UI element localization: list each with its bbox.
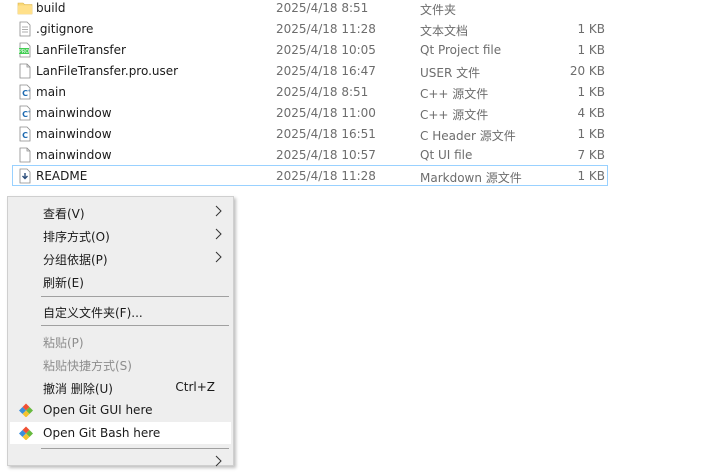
file-row-gitignore[interactable]: .gitignore 2025/4/18 11:28 文本文档 1 KB <box>12 18 608 39</box>
file-size: 4 KB <box>577 106 605 120</box>
menu-item-shortcut: Ctrl+Z <box>175 380 215 394</box>
menu-item-paste-shortcut[interactable]: 粘贴快捷方式(S) <box>10 353 231 375</box>
file-type: C++ 源文件 <box>420 87 489 101</box>
menu-item-label: 刷新(E) <box>43 276 84 290</box>
file-row-readme[interactable]: README 2025/4/18 11:28 Markdown 源文件 1 KB <box>12 165 608 186</box>
file-size: 1 KB <box>577 127 605 141</box>
menu-item-label: 自定义文件夹(F)... <box>43 306 143 320</box>
cpp-file-icon: C + <box>17 84 33 100</box>
file-date: 2025/4/18 11:28 <box>276 22 376 36</box>
file-name: mainwindow <box>36 106 112 120</box>
file-name: LanFileTransfer <box>36 43 126 57</box>
git-icon <box>19 426 33 441</box>
menu-item-open-git-gui[interactable]: Open Git GUI here <box>10 399 231 421</box>
file-date: 2025/4/18 16:51 <box>276 127 376 141</box>
menu-separator <box>41 296 229 297</box>
menu-separator <box>41 325 229 326</box>
markdown-file-icon <box>17 168 33 184</box>
chevron-right-icon <box>213 227 223 241</box>
menu-item-label: Open Git GUI here <box>43 403 153 417</box>
file-type: Qt Project file <box>420 43 502 57</box>
menu-item-paste[interactable]: 粘贴(P) <box>10 330 231 352</box>
menu-item-label: 撤消 删除(U) <box>43 382 113 396</box>
file-row-mainwindow-cpp[interactable]: C + mainwindow 2025/4/18 11:00 C++ 源文件 4 … <box>12 102 608 123</box>
file-row-lanfiletransfer-pro[interactable]: PRO LanFileTransfer 2025/4/18 10:05 Qt P… <box>12 39 608 60</box>
file-type: C++ 源文件 <box>420 108 489 122</box>
git-icon <box>19 403 33 418</box>
menu-item-sort-by[interactable]: 排序方式(O) <box>10 224 231 246</box>
file-size: 1 KB <box>577 43 605 57</box>
svg-text:+: + <box>27 109 30 114</box>
menu-item-customize-folder[interactable]: 自定义文件夹(F)... <box>10 300 231 322</box>
file-row-mainwindow-ui[interactable]: mainwindow 2025/4/18 10:57 Qt UI file 7 … <box>12 144 608 165</box>
file-row-mainwindow-h[interactable]: C mainwindow 2025/4/18 16:51 C Header 源文… <box>12 123 608 144</box>
file-name: README <box>36 169 88 183</box>
svg-text:PRO: PRO <box>19 49 29 55</box>
file-date: 2025/4/18 10:05 <box>276 43 376 57</box>
file-date: 2025/4/18 8:51 <box>276 85 369 99</box>
menu-item-undo-delete[interactable]: 撤消 删除(U) Ctrl+Z <box>10 376 231 398</box>
file-date: 2025/4/18 10:57 <box>276 148 376 162</box>
file-name: .gitignore <box>36 22 94 36</box>
menu-item-label: 粘贴快捷方式(S) <box>43 359 132 373</box>
menu-item-open-git-bash[interactable]: Open Git Bash here <box>10 422 231 444</box>
cpp-file-icon: C + <box>17 105 33 121</box>
file-name: main <box>36 85 66 99</box>
menu-item-label: 粘贴(P) <box>43 336 84 350</box>
file-size: 7 KB <box>577 148 605 162</box>
file-type: C Header 源文件 <box>420 129 516 143</box>
file-type: Qt UI file <box>420 148 473 162</box>
file-name: LanFileTransfer.pro.user <box>36 64 179 78</box>
file-name: mainwindow <box>36 148 112 162</box>
menu-item-label: 分组依据(P) <box>43 253 108 267</box>
menu-item-label: Open Git Bash here <box>43 426 161 440</box>
file-type: Markdown 源文件 <box>420 171 522 185</box>
svg-text:+: + <box>27 88 30 93</box>
file-size: 20 KB <box>569 64 605 78</box>
context-menu: 查看(V) 排序方式(O) 分组依据(P) 刷新(E) 自定义文件夹(F)...… <box>7 196 234 467</box>
file-type: 文件夹 <box>420 3 457 17</box>
qt-project-icon: PRO <box>17 42 33 58</box>
svg-text:C: C <box>22 131 28 140</box>
file-date: 2025/4/18 16:47 <box>276 64 376 78</box>
file-row-pro-user[interactable]: LanFileTransfer.pro.user 2025/4/18 16:47… <box>12 60 608 81</box>
chevron-right-icon <box>213 204 223 218</box>
file-name: mainwindow <box>36 127 112 141</box>
file-date: 2025/4/18 8:51 <box>276 1 369 15</box>
menu-item-refresh[interactable]: 刷新(E) <box>10 270 231 292</box>
file-size: 1 KB <box>577 85 605 99</box>
menu-item-label: 查看(V) <box>43 207 85 221</box>
file-date: 2025/4/18 11:28 <box>276 169 376 183</box>
menu-item-view[interactable]: 查看(V) <box>10 201 231 223</box>
file-size: 1 KB <box>577 169 605 183</box>
menu-item-group-by[interactable]: 分组依据(P) <box>10 247 231 269</box>
folder-icon <box>17 0 33 16</box>
file-row-build[interactable]: build 2025/4/18 8:51 文件夹 <box>12 0 608 18</box>
file-date: 2025/4/18 11:00 <box>276 106 376 120</box>
chevron-right-icon <box>213 250 223 264</box>
file-name: build <box>36 1 66 15</box>
file-type: USER 文件 <box>420 66 481 80</box>
qt-ui-file-icon <box>17 147 33 163</box>
menu-item-partial[interactable] <box>10 451 231 473</box>
file-type: 文本文档 <box>420 24 469 38</box>
menu-item-label: 排序方式(O) <box>43 230 110 244</box>
text-file-icon <box>17 21 33 37</box>
blank-file-icon <box>17 63 33 79</box>
c-header-icon: C <box>17 126 33 142</box>
file-row-main-cpp[interactable]: C + main 2025/4/18 8:51 C++ 源文件 1 KB <box>12 81 608 102</box>
file-size: 1 KB <box>577 22 605 36</box>
chevron-right-icon <box>213 454 223 468</box>
menu-separator <box>41 448 229 449</box>
